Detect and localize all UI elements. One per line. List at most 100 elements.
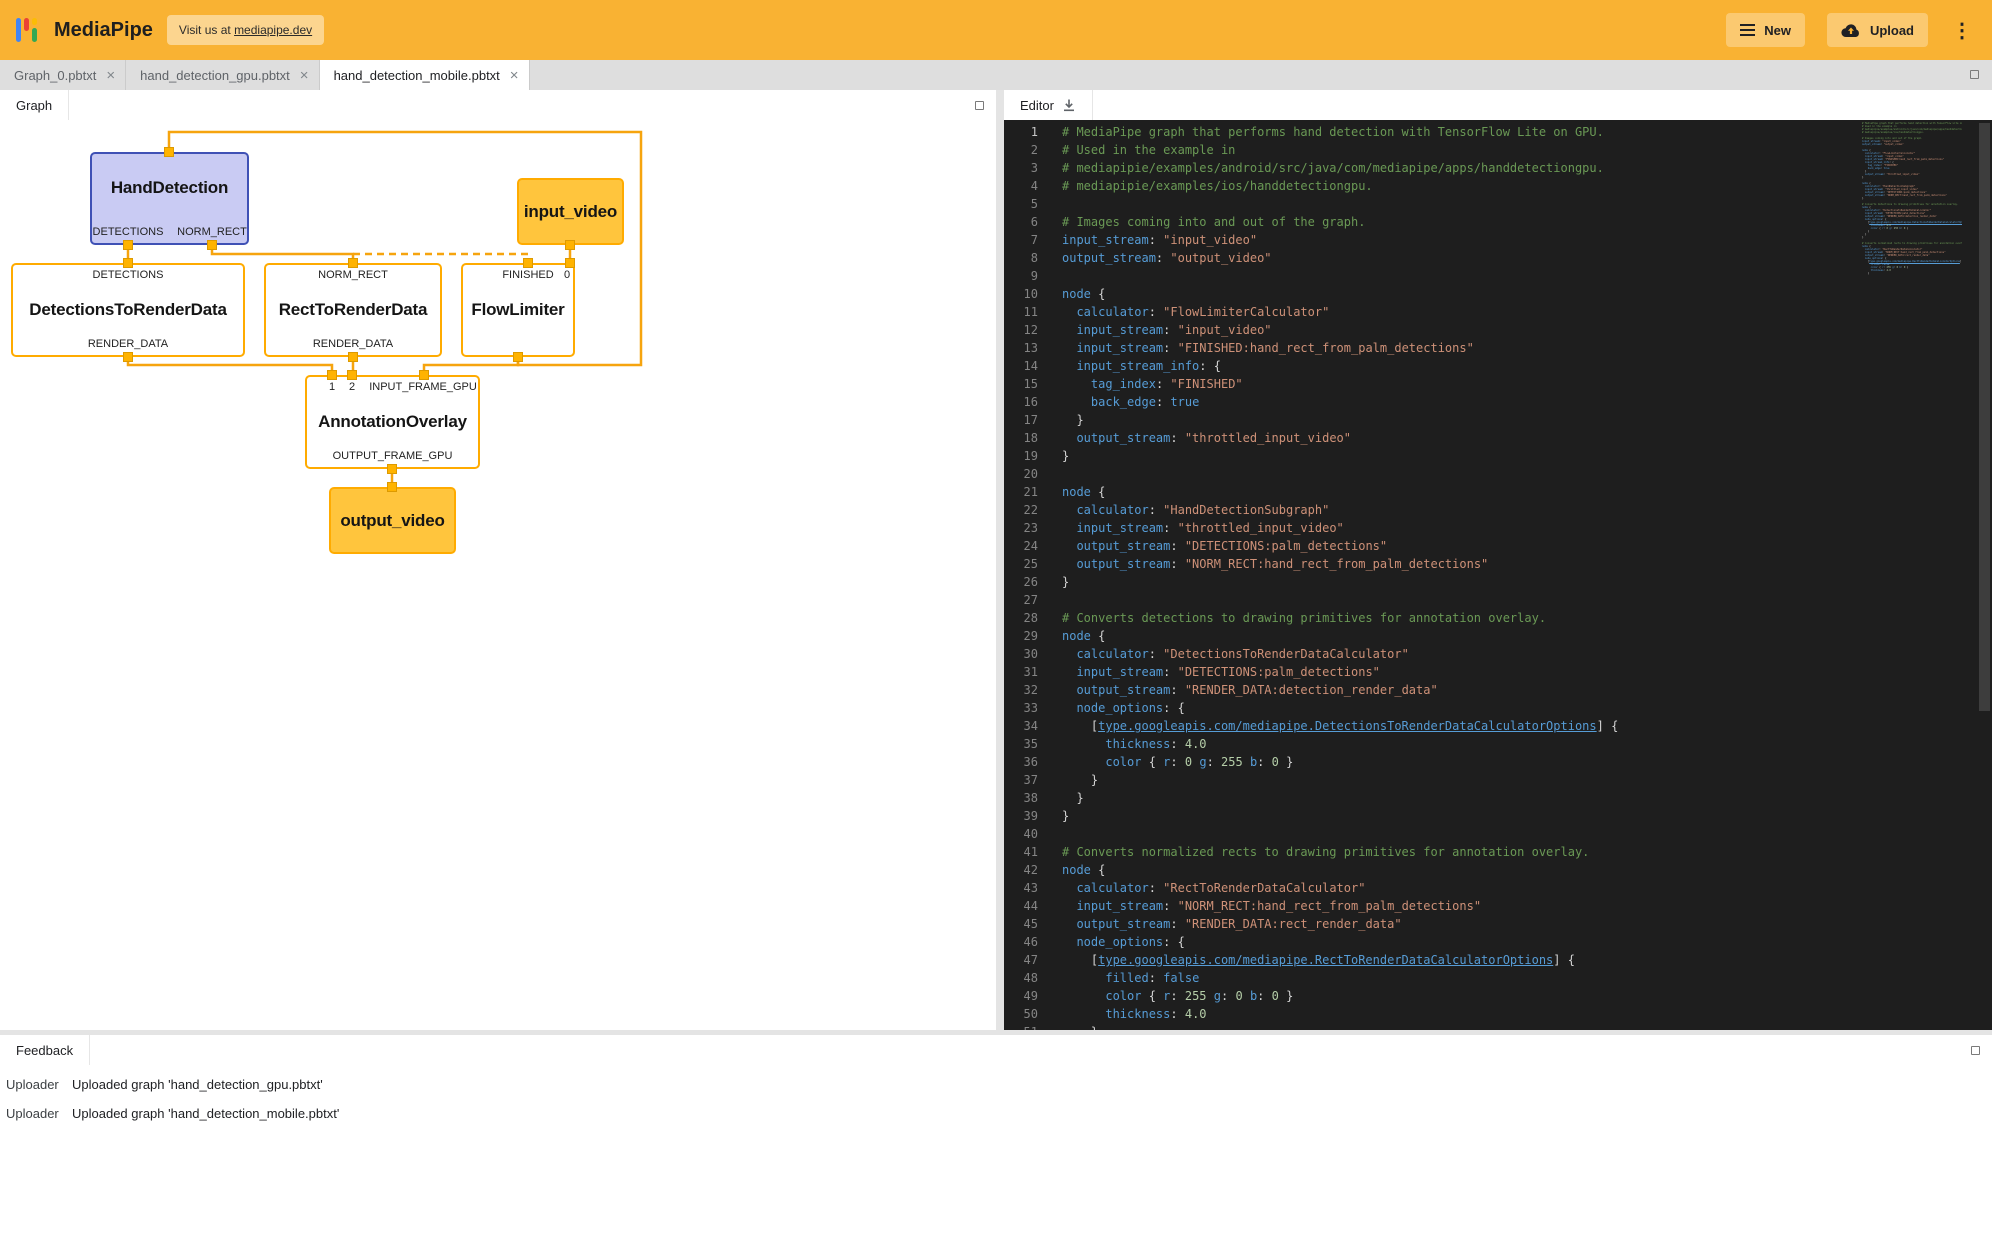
code-line[interactable]: 44 input_stream: "NORM_RECT:hand_rect_fr… <box>1004 897 1992 915</box>
port-label: 0 <box>564 269 570 281</box>
upload-button[interactable]: Upload <box>1827 13 1928 47</box>
port-label: DETECTIONS <box>93 269 164 281</box>
code-line-text: } <box>1038 789 1084 807</box>
graph-tab-label: Graph <box>16 98 52 113</box>
mediapipe-dev-link[interactable]: mediapipe.dev <box>234 23 312 37</box>
code-line-text: calculator: "FlowLimiterCalculator" <box>1038 303 1329 321</box>
code-line[interactable]: 1# MediaPipe graph that performs hand de… <box>1004 123 1992 141</box>
feedback-panel: Feedback UploaderUploaded graph 'hand_de… <box>0 1035 1992 1236</box>
code-line[interactable]: 35 thickness: 4.0 <box>1004 735 1992 753</box>
code-line[interactable]: 12 input_stream: "input_video" <box>1004 321 1992 339</box>
maximize-graph-icon[interactable] <box>975 101 984 110</box>
file-tab[interactable]: hand_detection_gpu.pbtxt× <box>126 60 319 90</box>
code-line[interactable]: 45 output_stream: "RENDER_DATA:rect_rend… <box>1004 915 1992 933</box>
code-line[interactable]: 11 calculator: "FlowLimiterCalculator" <box>1004 303 1992 321</box>
code-line[interactable]: 18 output_stream: "throttled_input_video… <box>1004 429 1992 447</box>
tab-feedback[interactable]: Feedback <box>0 1035 90 1065</box>
code-line[interactable]: 34 [type.googleapis.com/mediapipe.Detect… <box>1004 717 1992 735</box>
node-input-video[interactable]: input_video <box>517 178 624 245</box>
graph-canvas[interactable]: HandDetection DETECTIONS NORM_RECT input… <box>0 120 996 1030</box>
port-label: 2 <box>349 381 355 393</box>
node-rect-to-render-data[interactable]: NORM_RECT RectToRenderData RENDER_DATA <box>264 263 442 357</box>
line-number: 49 <box>1004 987 1038 1005</box>
port-label: FINISHED <box>502 269 553 281</box>
code-line[interactable]: 24 output_stream: "DETECTIONS:palm_detec… <box>1004 537 1992 555</box>
code-line[interactable]: 49 color { r: 255 g: 0 b: 0 } <box>1004 987 1992 1005</box>
code-line[interactable]: 43 calculator: "RectToRenderDataCalculat… <box>1004 879 1992 897</box>
code-line[interactable]: 9 <box>1004 267 1992 285</box>
code-line[interactable]: 41# Converts normalized rects to drawing… <box>1004 843 1992 861</box>
code-line[interactable]: 27 <box>1004 591 1992 609</box>
code-line[interactable]: 4# mediapipie/examples/ios/handdetection… <box>1004 177 1992 195</box>
code-line[interactable]: 20 <box>1004 465 1992 483</box>
code-line[interactable]: 15 tag_index: "FINISHED" <box>1004 375 1992 393</box>
code-line-text: thickness: 4.0 <box>1038 735 1207 753</box>
code-line[interactable]: 31 input_stream: "DETECTIONS:palm_detect… <box>1004 663 1992 681</box>
download-icon[interactable] <box>1062 98 1076 112</box>
code-line[interactable]: 29node { <box>1004 627 1992 645</box>
new-button[interactable]: New <box>1726 13 1805 47</box>
code-line[interactable]: 19} <box>1004 447 1992 465</box>
code-line[interactable]: 33 node_options: { <box>1004 699 1992 717</box>
code-line[interactable]: 14 input_stream_info: { <box>1004 357 1992 375</box>
line-number: 33 <box>1004 699 1038 717</box>
code-line-text: } <box>1038 807 1069 825</box>
code-line[interactable]: 17 } <box>1004 411 1992 429</box>
code-line[interactable]: 23 input_stream: "throttled_input_video" <box>1004 519 1992 537</box>
node-detections-to-render-data[interactable]: DETECTIONS DetectionsToRenderData RENDER… <box>11 263 245 357</box>
file-tab[interactable]: Graph_0.pbtxt× <box>0 60 126 90</box>
visit-us-chip: Visit us at mediapipe.dev <box>167 15 324 45</box>
code-line[interactable]: 26} <box>1004 573 1992 591</box>
code-line[interactable]: 28# Converts detections to drawing primi… <box>1004 609 1992 627</box>
editor-scrollbar[interactable] <box>1979 123 1990 711</box>
maximize-editor-icon[interactable] <box>1970 70 1979 79</box>
file-tab[interactable]: hand_detection_mobile.pbtxt× <box>320 60 530 90</box>
code-line-text: color { r: 0 g: 255 b: 0 } <box>1038 753 1293 771</box>
close-tab-icon[interactable]: × <box>106 68 115 83</box>
node-title: DetectionsToRenderData <box>13 287 243 333</box>
code-line[interactable]: 10node { <box>1004 285 1992 303</box>
code-line[interactable]: 37 } <box>1004 771 1992 789</box>
more-options-icon[interactable]: ⋮ <box>1948 18 1976 43</box>
node-output-video[interactable]: output_video <box>329 487 456 554</box>
editor-code[interactable]: 1# MediaPipe graph that performs hand de… <box>1004 120 1992 1030</box>
code-line[interactable]: 5 <box>1004 195 1992 213</box>
code-line-text: [type.googleapis.com/mediapipe.Detection… <box>1038 717 1618 735</box>
code-line[interactable]: 6# Images coming into and out of the gra… <box>1004 213 1992 231</box>
panel-splitter[interactable] <box>996 90 1004 1030</box>
code-line[interactable]: 2# Used in the example in <box>1004 141 1992 159</box>
edge-layer <box>0 120 996 1030</box>
code-line[interactable]: 13 input_stream: "FINISHED:hand_rect_fro… <box>1004 339 1992 357</box>
code-line[interactable]: 25 output_stream: "NORM_RECT:hand_rect_f… <box>1004 555 1992 573</box>
code-line[interactable]: 16 back_edge: true <box>1004 393 1992 411</box>
tab-graph[interactable]: Graph <box>0 90 69 120</box>
code-line[interactable]: 42node { <box>1004 861 1992 879</box>
node-flow-limiter[interactable]: FINISHED 0 FlowLimiter <box>461 263 575 357</box>
code-line[interactable]: 46 node_options: { <box>1004 933 1992 951</box>
code-line[interactable]: 38 } <box>1004 789 1992 807</box>
code-line-text: } <box>1038 771 1098 789</box>
line-number: 35 <box>1004 735 1038 753</box>
node-annotation-overlay[interactable]: 1 2 INPUT_FRAME_GPU AnnotationOverlay OU… <box>305 375 480 469</box>
close-tab-icon[interactable]: × <box>510 68 519 83</box>
line-number: 34 <box>1004 717 1038 735</box>
code-line[interactable]: 47 [type.googleapis.com/mediapipe.RectTo… <box>1004 951 1992 969</box>
code-line[interactable]: 8output_stream: "output_video" <box>1004 249 1992 267</box>
code-line[interactable]: 30 calculator: "DetectionsToRenderDataCa… <box>1004 645 1992 663</box>
code-line[interactable]: 39} <box>1004 807 1992 825</box>
tab-editor[interactable]: Editor <box>1004 90 1093 120</box>
maximize-feedback-icon[interactable] <box>1971 1046 1980 1055</box>
code-line[interactable]: 7input_stream: "input_video" <box>1004 231 1992 249</box>
code-line[interactable]: 48 filled: false <box>1004 969 1992 987</box>
code-line[interactable]: 40 <box>1004 825 1992 843</box>
code-line[interactable]: 36 color { r: 0 g: 255 b: 0 } <box>1004 753 1992 771</box>
close-tab-icon[interactable]: × <box>300 68 309 83</box>
code-line[interactable]: 32 output_stream: "RENDER_DATA:detection… <box>1004 681 1992 699</box>
code-line[interactable]: 51 } <box>1004 1023 1992 1030</box>
code-line[interactable]: 21node { <box>1004 483 1992 501</box>
code-line[interactable]: 22 calculator: "HandDetectionSubgraph" <box>1004 501 1992 519</box>
code-line[interactable]: 3# mediapipie/examples/android/src/java/… <box>1004 159 1992 177</box>
line-number: 48 <box>1004 969 1038 987</box>
node-hand-detection[interactable]: HandDetection DETECTIONS NORM_RECT <box>90 152 249 245</box>
code-line[interactable]: 50 thickness: 4.0 <box>1004 1005 1992 1023</box>
